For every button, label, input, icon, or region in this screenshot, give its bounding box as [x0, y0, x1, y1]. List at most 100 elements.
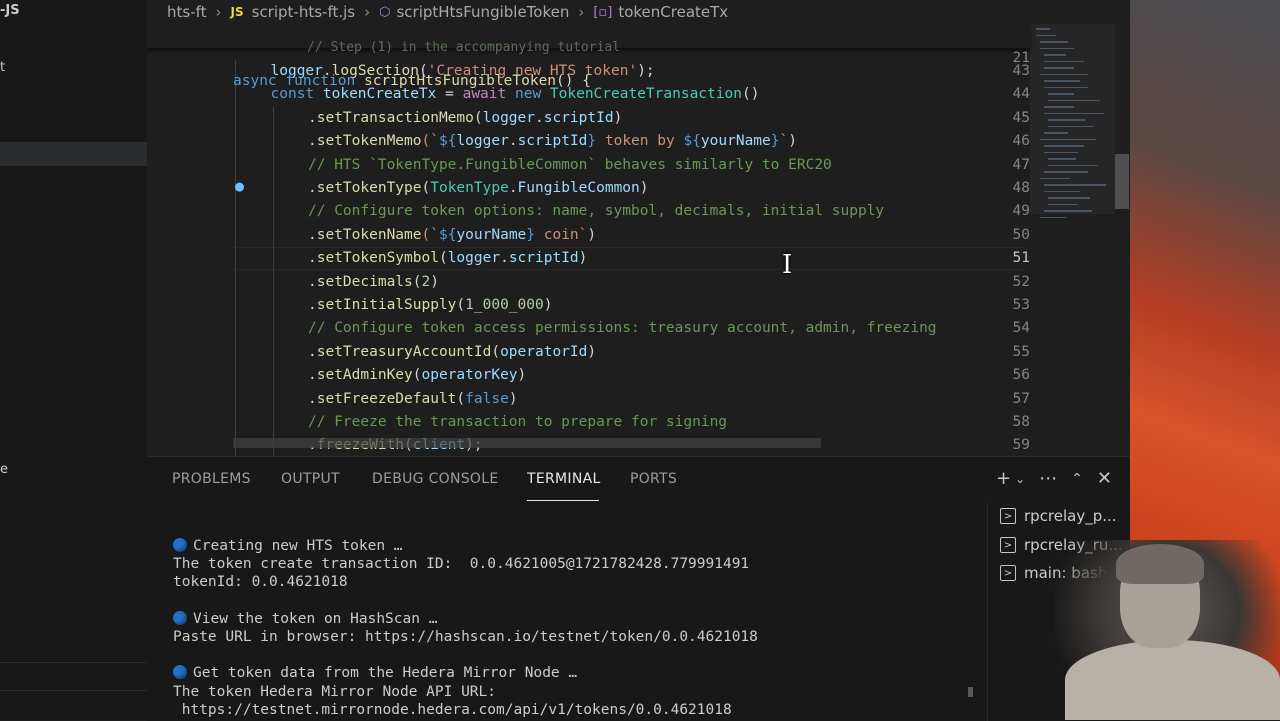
indent-guide [235, 153, 236, 178]
terminal-icon: > [1000, 508, 1016, 524]
indent-guide [272, 130, 274, 155]
code-token: ) [508, 390, 518, 407]
chevron-right-icon: › [364, 3, 371, 21]
terminal-line: The token Hedera Mirror Node API URL: [173, 683, 973, 701]
lightbulb-icon[interactable]: ● [235, 177, 244, 195]
indent-guide [235, 106, 236, 131]
line-number: 44 [1012, 86, 1030, 103]
terminal-scrollbar[interactable] [968, 687, 973, 697]
code-line[interactable]: 58 // Freeze the transaction to prepare f… [147, 411, 1030, 435]
line-number: 55 [1012, 343, 1030, 360]
minimap-line [1048, 164, 1098, 166]
horizontal-scrollbar[interactable] [233, 438, 821, 448]
indent-guide [272, 106, 274, 131]
code-line[interactable]: 47 // HTS `TokenType.FungibleCommon` beha… [147, 153, 1030, 178]
code-line[interactable]: 54 // Configure token access permissions:… [147, 317, 1030, 342]
breadcrumb-folder[interactable]: hts-ft [167, 3, 207, 21]
maximize-panel-icon[interactable]: ⌃ [1071, 471, 1083, 487]
code-line[interactable]: 49 // Configure token options: name, symb… [147, 200, 1030, 225]
code-token: setAdminKey [316, 367, 413, 384]
indent-guide [272, 223, 274, 248]
indent-guide [272, 294, 274, 318]
code-token: ); [637, 63, 655, 79]
minimap-line [1048, 99, 1100, 101]
code-token: // Freeze the transaction to prepare for… [308, 414, 728, 430]
code-line[interactable]: 53 .setInitialSupply(1_000_000) [147, 294, 1030, 318]
minimap[interactable] [1030, 24, 1115, 456]
code-text: .setTransactionMemo(logger.scriptId) [308, 107, 622, 130]
code-line[interactable]: 45 .setTransactionMemo(logger.scriptId) [147, 106, 1030, 131]
code-token: . [308, 343, 317, 360]
code-token: // Configure token access permissions: t… [308, 320, 937, 337]
chevron-down-icon[interactable]: ⌄ [1015, 472, 1025, 486]
code-token: async [233, 73, 286, 89]
breadcrumb-symbol[interactable]: ⬡ scriptHtsFungibleToken [379, 3, 569, 21]
webcam-person-hair [1116, 544, 1204, 584]
terminal-line: Paste URL in browser: https://hashscan.i… [173, 628, 973, 646]
code-token: ( [421, 180, 431, 196]
code-token: ( [412, 367, 422, 384]
terminal-output[interactable]: Creating new HTS token … The token create… [173, 537, 973, 719]
code-editor[interactable]: 43 logger.logSection('Creating new HTS to… [147, 24, 1130, 456]
breadcrumb-member[interactable]: [▫] tokenCreateTx [593, 3, 728, 21]
code-token: . [308, 250, 317, 267]
terminal-line-text: Paste URL in browser: https://hashscan.i… [173, 628, 758, 645]
code-line[interactable]: 56 .setAdminKey(operatorKey) [147, 364, 1030, 389]
tab-output[interactable]: OUTPUT [281, 471, 340, 487]
line-number: 59 [1012, 437, 1030, 454]
line-number: 57 [1012, 390, 1030, 407]
more-actions-icon[interactable]: ⋯ [1039, 468, 1057, 489]
terminal-line: Get token data from the Hedera Mirror No… [173, 664, 973, 682]
code-line[interactable]: 57 .setFreezeDefault(false) [147, 387, 1030, 412]
breadcrumb-file[interactable]: JS script-hts-ft.js [231, 3, 356, 21]
code-line[interactable]: 55 .setTreasuryAccountId(operatorId) [147, 340, 1030, 365]
minimap-line [1048, 197, 1090, 199]
tab-ports[interactable]: PORTS [630, 471, 677, 487]
minimap-line [1048, 93, 1074, 95]
code-text: .setTreasuryAccountId(operatorId) [308, 341, 596, 364]
code-line[interactable]: 46 .setTokenMemo(`${logger.scriptId} toke… [147, 130, 1030, 155]
terminal-line-text: tokenId: 0.0.4621018 [173, 574, 348, 591]
minimap-line [1040, 216, 1066, 218]
code-token: ( [438, 250, 448, 267]
add-terminal-icon[interactable]: + [996, 468, 1011, 489]
code-token: 2 [421, 273, 431, 290]
sidebar-item[interactable]: e [0, 462, 8, 477]
code-token: ) [639, 180, 649, 196]
code-text: .setTokenName(`${yourName} coin`) [308, 224, 596, 247]
code-token: } [770, 133, 780, 150]
terminal-item-rpcrelay-p[interactable]: > rpcrelay_p... [1000, 507, 1117, 525]
code-text: .setDecimals(2) [308, 271, 439, 294]
vertical-scrollbar[interactable] [1115, 154, 1129, 209]
tab-problems[interactable]: PROBLEMS [172, 471, 251, 487]
indent-guide [272, 411, 274, 435]
code-token: operatorId [500, 343, 588, 360]
indent-guide [272, 153, 274, 178]
minimap-line [1036, 28, 1050, 30]
code-line[interactable]: 52 .setDecimals(2) [147, 270, 1030, 295]
code-token: } [526, 226, 536, 243]
chevron-right-icon: › [578, 3, 585, 21]
code-line[interactable]: 48 .setTokenType(TokenType.FungibleCommon… [147, 177, 1030, 201]
code-token: ${ [683, 133, 701, 150]
close-icon[interactable]: ✕ [1097, 468, 1112, 489]
code-token: . [535, 109, 544, 126]
minimap-line [1044, 145, 1084, 147]
code-token: yourName [456, 226, 527, 243]
sidebar-item[interactable]: t [0, 60, 5, 75]
minimap-line [1048, 125, 1094, 127]
minimap-line [1040, 177, 1070, 179]
tab-terminal[interactable]: TERMINAL [527, 471, 601, 487]
minimap-line [1044, 67, 1074, 69]
code-token: (` [421, 226, 439, 243]
sticky-scroll-header[interactable]: // Step (1) in the accompanying tutorial… [147, 24, 1030, 89]
tab-debug-console[interactable]: DEBUG CONSOLE [372, 471, 499, 487]
code-text: // HTS `TokenType.FungibleCommon` behave… [308, 154, 832, 177]
sidebar-selected-item[interactable] [0, 142, 147, 166]
code-line[interactable]: 50 .setTokenName(`${yourName} coin`) [147, 223, 1030, 248]
line-number: 54 [1012, 320, 1030, 337]
code-token: TokenType [430, 180, 509, 196]
code-token: . [308, 109, 317, 126]
code-line[interactable]: 51 .setTokenSymbol(logger.scriptId) [147, 247, 1030, 272]
